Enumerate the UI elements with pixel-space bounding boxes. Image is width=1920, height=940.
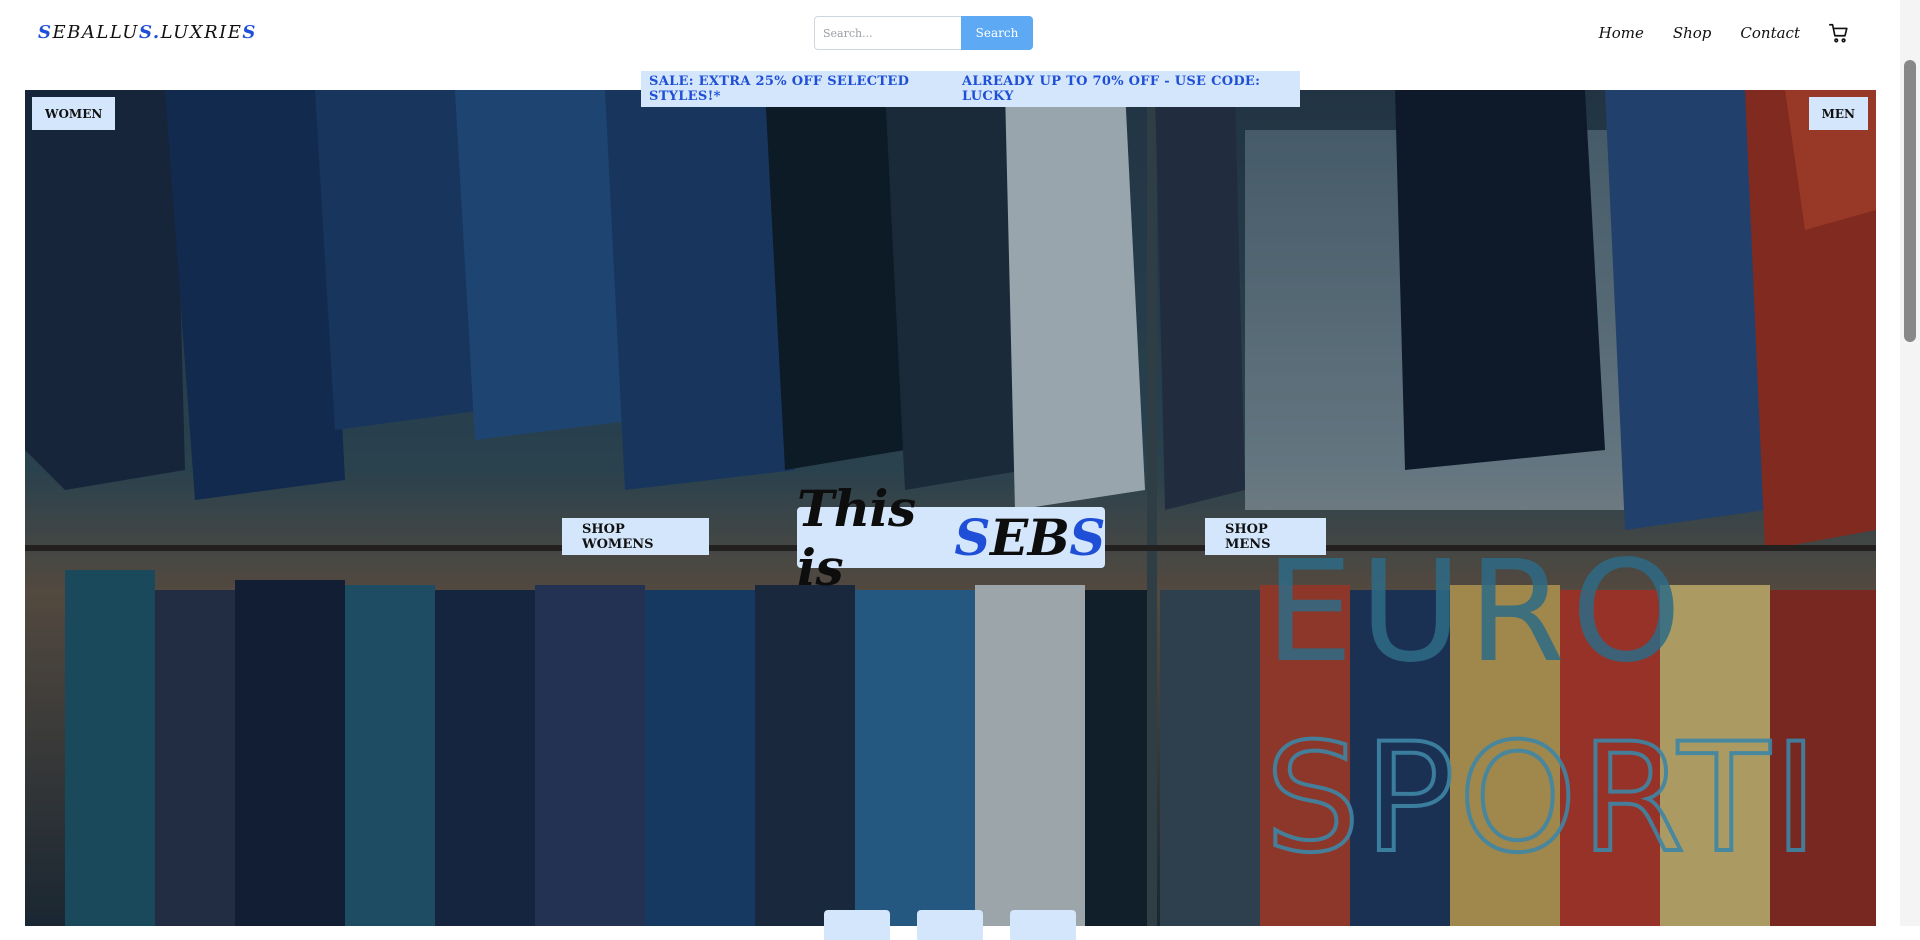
mural-sporting: SPORTI [1265, 712, 1822, 886]
women-tag[interactable]: WOMEN [32, 97, 116, 130]
cart-icon[interactable] [1828, 22, 1850, 44]
logo-letter: S [38, 22, 53, 43]
social-icon-3[interactable] [1010, 910, 1076, 940]
men-tag[interactable]: MEN [1808, 97, 1868, 130]
logo-letter: S [138, 22, 153, 43]
search-button[interactable]: Search [961, 16, 1033, 50]
headline-prefix: This is [797, 478, 916, 597]
sale-text-right: ALREADY UP TO 70% OFF - USE CODE: LUCKY [962, 74, 1261, 104]
headline-middle: EB [990, 508, 1070, 567]
logo-text: EBALLU [52, 22, 139, 43]
shop-womens-button[interactable]: SHOP WOMENS [562, 518, 709, 555]
logo-text: LUXRIE [160, 22, 243, 43]
social-icon-1[interactable] [824, 910, 890, 940]
nav-contact[interactable]: Contact [1740, 24, 1800, 42]
bottom-icon-row [824, 910, 1076, 940]
nav-home[interactable]: Home [1599, 24, 1644, 42]
main-nav: Home Shop Contact [1570, 22, 1850, 44]
social-icon-2[interactable] [917, 910, 983, 940]
scrollbar-thumb[interactable] [1904, 60, 1916, 342]
site-logo[interactable]: SEBALLUS.LUXRIES [38, 22, 257, 43]
site-header: SEBALLUS.LUXRIES Search Home Shop Contac… [0, 0, 1920, 68]
search-bar: Search [814, 16, 1033, 50]
sale-banner[interactable]: SALE: EXTRA 25% OFF SELECTED STYLES!* AL… [641, 71, 1300, 107]
shop-mens-button[interactable]: SHOP MENS [1205, 518, 1326, 555]
nav-shop[interactable]: Shop [1673, 24, 1712, 42]
logo-letter: S [242, 22, 257, 43]
search-input[interactable] [814, 16, 961, 50]
headline-letter: S [954, 508, 991, 567]
headline-letter: S [1069, 508, 1105, 567]
sale-text-left: SALE: EXTRA 25% OFF SELECTED STYLES!* [649, 74, 910, 104]
page-scrollbar[interactable] [1900, 0, 1920, 926]
mural-euro: EURO [1265, 531, 1687, 694]
hero-headline: This is S EB S [797, 479, 1105, 597]
logo-dot: . [152, 22, 161, 43]
